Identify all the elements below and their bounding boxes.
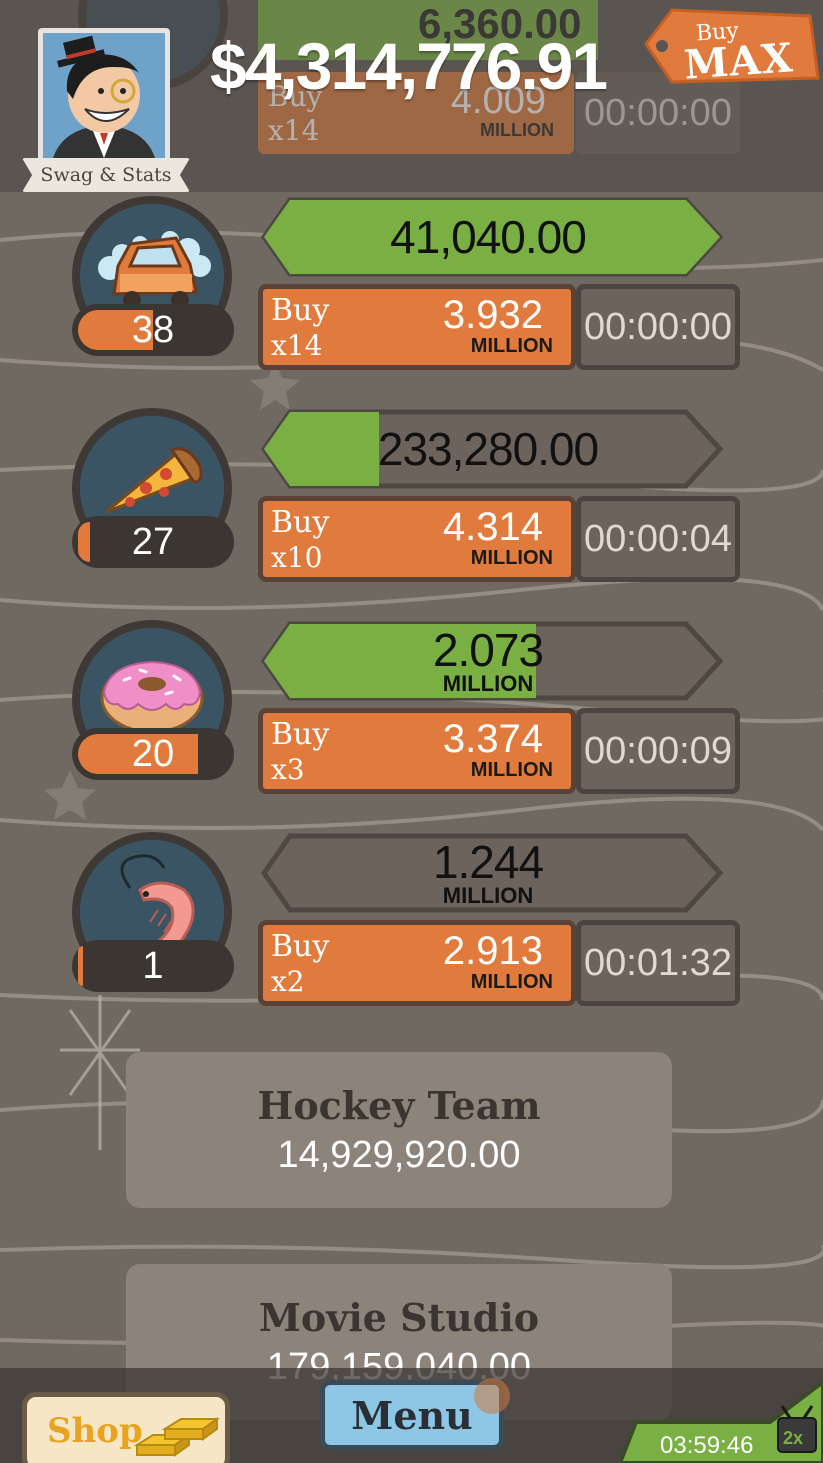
- touch-indicator: [474, 1378, 510, 1414]
- cycle-timer: 00:00:04: [576, 496, 740, 582]
- business-row-shrimp: 1 1.244 MILLION Buy x2 2.913 MILLION 00:…: [70, 832, 750, 1006]
- avatar[interactable]: [38, 28, 170, 163]
- locked-business-name: Movie Studio: [258, 1295, 540, 1340]
- profit-progress-bar[interactable]: 1.244 MILLION: [250, 832, 726, 914]
- cycle-timer: 00:00:00: [576, 284, 740, 370]
- partial-buy-cost-unit: MILLION: [480, 120, 554, 140]
- buy-label: Buy: [271, 717, 330, 752]
- shop-button[interactable]: Shop: [22, 1392, 230, 1463]
- buy-button[interactable]: Buy x2 2.913 MILLION: [258, 920, 576, 1006]
- buy-button[interactable]: Buy x10 4.314 MILLION: [258, 496, 576, 582]
- buy-cost: 2.913: [442, 929, 543, 973]
- buy-button[interactable]: Buy x3 3.374 MILLION: [258, 708, 576, 794]
- level-progress-bar: 1: [72, 940, 234, 992]
- level-progress-bar: 27: [72, 516, 234, 568]
- buy-quantity: x3: [271, 753, 305, 786]
- locked-business-name: Hockey Team: [257, 1083, 541, 1128]
- buy-quantity: x14: [271, 329, 323, 362]
- buy-quantity: x2: [271, 965, 305, 998]
- profit-label: 1.244 MILLION: [250, 832, 726, 914]
- tycoon-face-icon: [43, 33, 165, 158]
- level-progress-bar: 20: [72, 728, 234, 780]
- profit-progress-bar[interactable]: 2.073 MILLION: [250, 620, 726, 702]
- profit-value: 41,040.00: [390, 211, 587, 263]
- business-row-car-wash: 38 41,040.00 Buy x14 3.932 MILLION 00:00…: [70, 196, 750, 370]
- buy-cost: 4.314: [442, 505, 543, 549]
- profit-unit: MILLION: [442, 883, 534, 908]
- buy-label: Buy: [271, 293, 330, 328]
- swag-and-stats-label[interactable]: Swag & Stats: [22, 158, 190, 192]
- cycle-timer: 00:01:32: [576, 920, 740, 1006]
- profit-label: 233,280.00: [250, 408, 726, 490]
- owned-count: 27: [131, 520, 175, 563]
- gold-bars-icon: [133, 1417, 221, 1457]
- profit-value: 2.073: [432, 624, 544, 676]
- partial-buy-qty: x14: [268, 114, 320, 147]
- top-header: 6,360.00 Buy x14 4.009 MILLION 00:00:00 …: [0, 0, 823, 192]
- profit-value: 233,280.00: [377, 423, 599, 475]
- buy-cost-unit: MILLION: [470, 759, 553, 781]
- buy-label: Buy: [271, 505, 330, 540]
- buy-button[interactable]: Buy x14 3.932 MILLION: [258, 284, 576, 370]
- boost-timer: 03:59:46: [660, 1432, 754, 1459]
- profit-progress-bar[interactable]: 233,280.00: [250, 408, 726, 490]
- business-row-donut: 20 2.073 MILLION Buy x3 3.374 MILLION 00…: [70, 620, 750, 794]
- locked-business-hockey-team[interactable]: Hockey Team 14,929,920.00: [126, 1052, 672, 1208]
- ad-boost-button[interactable]: 2x 03:59:46: [620, 1378, 823, 1463]
- buy-cost-unit: MILLION: [470, 335, 553, 357]
- profit-value: 1.244: [432, 836, 544, 888]
- owned-count: 38: [131, 308, 175, 351]
- tv-badge: 2x: [783, 1428, 803, 1448]
- cash-balance: $4,314,776.91: [210, 29, 608, 103]
- buy-cost-unit: MILLION: [470, 971, 553, 993]
- cycle-timer: 00:00:09: [576, 708, 740, 794]
- business-row-pizza: 27 233,280.00 Buy x10 4.314 MILLION 00:0…: [70, 408, 750, 582]
- buy-cost: 3.932: [442, 293, 543, 337]
- buy-label: Buy: [271, 929, 330, 964]
- locked-business-price: 14,929,920.00: [277, 1134, 521, 1176]
- profit-label: 2.073 MILLION: [250, 620, 726, 702]
- buy-cost: 3.374: [442, 717, 543, 761]
- shop-label: Shop: [47, 1411, 143, 1451]
- profit-label: 41,040.00: [250, 196, 726, 278]
- owned-count: 20: [131, 732, 175, 775]
- buy-cost-unit: MILLION: [470, 547, 553, 569]
- buy-max-bottom: MAX: [682, 34, 795, 89]
- buy-quantity: x10: [271, 541, 323, 574]
- owned-count: 1: [142, 944, 164, 987]
- level-progress-bar: 38: [72, 304, 234, 356]
- buy-max-button[interactable]: Buy MAX: [632, 6, 820, 89]
- profit-progress-bar[interactable]: 41,040.00: [250, 196, 726, 278]
- profit-unit: MILLION: [442, 671, 534, 696]
